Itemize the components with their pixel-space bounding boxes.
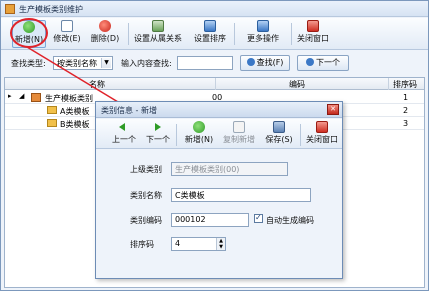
dialog-close-button[interactable]: ✕ [327,104,339,115]
relation-icon [152,20,164,32]
window-title: 生产模板类别维护 [19,5,83,14]
auto-code-checkbox[interactable] [254,213,263,223]
close-icon [316,121,328,133]
close-icon [307,20,319,32]
more-actions-button[interactable]: 更多操作 [239,20,287,48]
category-name-input[interactable]: C类模板 [171,188,311,202]
copy-new-button[interactable]: 复制新增 [220,121,258,149]
add-icon [193,121,205,133]
dialog-close-window-button[interactable]: 关闭窗口 [304,121,340,149]
dialog-title-bar: 类别信息 - 新增 ✕ [96,102,342,118]
parent-category-label: 上级类别 [130,165,162,174]
toolbar-separator [234,23,235,45]
parent-category-field: 生产模板类别(00) [171,162,288,176]
folder-icon [47,119,57,127]
arrow-down-icon [306,58,314,66]
prev-record-button[interactable]: 上一个 [110,121,138,149]
highlight-circle [10,18,48,48]
row-name: A类模板 [60,107,90,116]
toolbar-separator [128,23,129,45]
dialog-title: 类别信息 - 新增 [101,106,157,115]
chevron-down-icon [257,20,269,32]
category-code-input[interactable]: 000102 [171,213,249,227]
set-sort-button[interactable]: 设置排序 [191,20,229,48]
next-record-button[interactable]: 下一个 [144,121,172,149]
toolbar-separator [291,23,292,45]
toolbar-separator [176,124,177,146]
sort-icon [204,20,216,32]
save-icon [273,121,285,133]
row-sort: 3 [403,119,409,128]
dialog-toolbar: 上一个 下一个 新增(N) 复制新增 保存(S) 关闭窗口 [96,119,342,149]
category-name-label: 类别名称 [130,191,162,200]
column-header-sort[interactable]: 排序码 [393,79,417,90]
close-window-button[interactable]: 关闭窗口 [295,20,331,48]
row-sort: 1 [403,93,409,102]
row-sort: 2 [403,106,409,115]
row-name: B类模板 [60,120,90,129]
save-button[interactable]: 保存(S) [262,121,296,149]
folder-icon [47,106,57,114]
row-pointer-icon: ▸ [8,92,12,100]
sort-code-label: 排序码 [130,240,154,249]
spinner-arrows-icon[interactable]: ▲ ▼ [216,238,225,250]
category-dialog: 类别信息 - 新增 ✕ 上一个 下一个 新增(N) 复制新增 保存(S) 关闭窗… [95,101,343,279]
callout-arrow [26,46,124,106]
search-input-label: 输入内容查找: [121,59,172,68]
toolbar-separator [300,124,301,146]
app-icon [5,4,15,14]
copy-icon [233,121,245,133]
column-header-code[interactable]: 编码 [289,79,305,90]
search-icon [246,58,255,66]
sort-code-stepper[interactable]: 4 ▲ ▼ [171,237,226,251]
arrow-right-icon [152,121,164,133]
find-button[interactable]: 查找(F) [240,55,290,71]
find-next-button[interactable]: 下一个 [297,55,349,71]
delete-button[interactable]: 删除(D) [87,20,123,48]
collapse-icon[interactable]: ◢ [19,92,24,100]
main-toolbar: 新增(N) 修改(E) 删除(D) 设置从属关系 设置排序 更多操作 关闭窗口 [1,18,428,50]
auto-code-label[interactable]: 自动生成编码 [266,215,314,226]
main-window: 生产模板类别维护 新增(N) 修改(E) 删除(D) 设置从属关系 设置排序 更… [0,0,429,291]
category-code-label: 类别编码 [130,216,162,225]
edit-icon [61,20,73,32]
edit-button[interactable]: 修改(E) [51,20,83,48]
set-relation-button[interactable]: 设置从属关系 [132,20,184,48]
delete-icon [99,20,111,32]
dialog-new-button[interactable]: 新增(N) [182,121,216,149]
arrow-left-icon [118,121,130,133]
search-input[interactable] [177,56,233,70]
title-bar: 生产模板类别维护 [1,1,428,17]
